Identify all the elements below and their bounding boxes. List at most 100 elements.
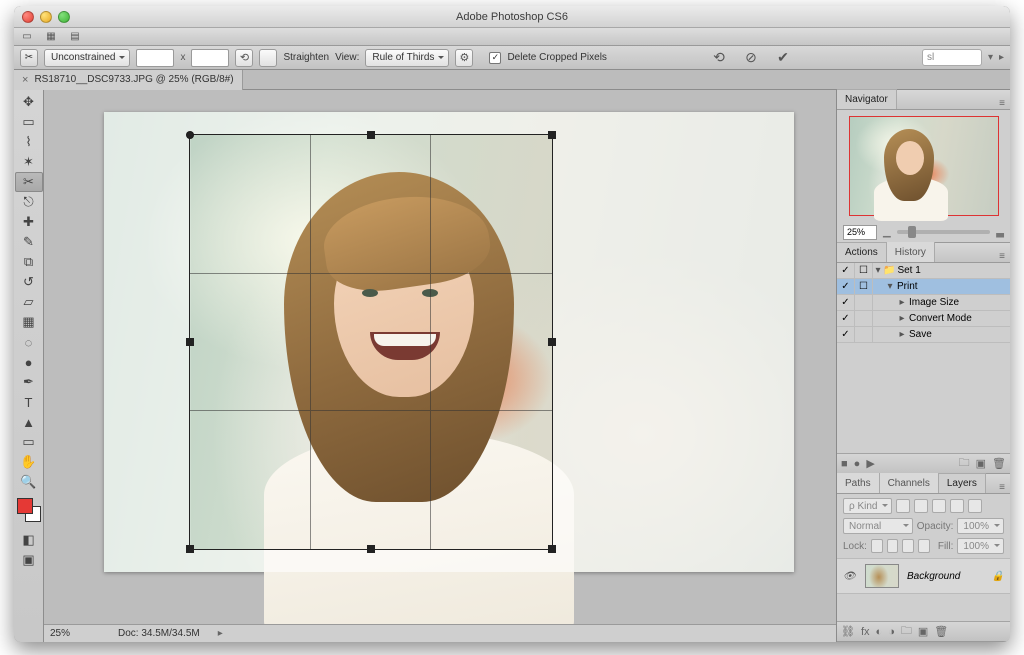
actions-panel-menu-icon[interactable]: ≡ (994, 251, 1010, 262)
lock-position-icon[interactable] (902, 539, 914, 553)
workspace-switcher-icon[interactable]: ▾ (988, 52, 993, 63)
layers-trash-icon[interactable]: 🗑 (934, 625, 948, 638)
actions-row[interactable]: ✓▸Save (837, 327, 1010, 343)
action-dialog-checkbox[interactable]: ☐ (855, 279, 873, 294)
disclosure-triangle-icon[interactable]: ▾ (885, 281, 895, 292)
screen-mode-tool[interactable]: ▣ (15, 550, 43, 570)
actions-row[interactable]: ✓☐▾📁Set 1 (837, 263, 1010, 279)
action-toggle-checkbox[interactable]: ✓ (837, 311, 855, 326)
action-toggle-checkbox[interactable]: ✓ (837, 263, 855, 278)
actions-record-icon[interactable]: ● (854, 458, 861, 470)
straighten-icon[interactable] (259, 49, 277, 67)
canvas-area[interactable] (44, 90, 836, 624)
crop-options-gear-icon[interactable]: ⚙ (455, 49, 473, 67)
type-tool[interactable]: T (15, 392, 43, 412)
marquee-tool[interactable]: ▭ (15, 112, 43, 132)
pen-tool[interactable]: ✒ (15, 372, 43, 392)
layer-kind-filter[interactable]: ρ Kind (843, 498, 892, 514)
tab-navigator[interactable]: Navigator (837, 89, 897, 109)
healing-brush-tool[interactable]: ✚ (15, 212, 43, 232)
hand-tool[interactable]: ✋ (15, 452, 43, 472)
actions-row[interactable]: ✓▸Image Size (837, 295, 1010, 311)
actions-new-action-icon[interactable]: ▣ (976, 457, 986, 470)
navigator-zoom-out-icon[interactable]: ▁ (883, 227, 891, 238)
eraser-tool[interactable]: ▱ (15, 292, 43, 312)
disclosure-triangle-icon[interactable]: ▾ (873, 265, 883, 276)
close-window-button[interactable] (22, 11, 34, 23)
crop-handle-ml[interactable] (186, 338, 194, 346)
crop-handle-mr[interactable] (548, 338, 556, 346)
status-zoom[interactable]: 25% (50, 628, 100, 639)
layer-row-background[interactable]: 👁 Background 🔒 (837, 558, 1010, 594)
minibridge-icon[interactable]: ▤ (68, 31, 82, 43)
layers-new-icon[interactable]: ▣ (918, 625, 928, 638)
document-canvas[interactable] (104, 112, 794, 572)
layers-adjustment-icon[interactable]: ◑ (888, 626, 895, 638)
quick-mask-tool[interactable]: ◧ (15, 530, 43, 550)
bridge-icon[interactable]: ▦ (44, 31, 58, 43)
actions-row[interactable]: ✓▸Convert Mode (837, 311, 1010, 327)
ps-logo-icon[interactable]: ▭ (20, 31, 34, 43)
actions-row[interactable]: ✓☐▾Print (837, 279, 1010, 295)
crop-handle-tc[interactable] (367, 131, 375, 139)
blur-tool[interactable]: ◌ (15, 332, 43, 352)
actions-trash-icon[interactable]: 🗑 (992, 457, 1006, 470)
minimize-window-button[interactable] (40, 11, 52, 23)
status-menu-icon[interactable]: ▸ (218, 628, 223, 639)
action-toggle-checkbox[interactable]: ✓ (837, 295, 855, 310)
lasso-tool[interactable]: ⌇ (15, 132, 43, 152)
navigator-zoom-in-icon[interactable]: ▃ (996, 227, 1004, 238)
filter-smart-icon[interactable] (968, 499, 982, 513)
path-select-tool[interactable]: ▲ (15, 412, 43, 432)
quick-select-tool[interactable]: ✶ (15, 152, 43, 172)
zoom-window-button[interactable] (58, 11, 70, 23)
crop-handle-bc[interactable] (367, 545, 375, 553)
clone-stamp-tool[interactable]: ⧉ (15, 252, 43, 272)
layers-mask-icon[interactable]: ◐ (876, 626, 883, 638)
action-dialog-checkbox[interactable] (855, 295, 873, 310)
actions-new-set-icon[interactable]: 🗀 (959, 454, 970, 473)
lock-transparency-icon[interactable] (871, 539, 883, 553)
crop-cancel-icon[interactable]: ⊘ (742, 49, 760, 67)
document-tab[interactable]: × RS18710__DSC9733.JPG @ 25% (RGB/8#) (14, 70, 243, 90)
crop-width-input[interactable] (136, 49, 174, 67)
dodge-tool[interactable]: ● (15, 352, 43, 372)
lock-all-icon[interactable] (918, 539, 930, 553)
history-brush-tool[interactable]: ↺ (15, 272, 43, 292)
navigator-zoom-value[interactable]: 25% (843, 225, 877, 240)
layers-link-icon[interactable]: ⛓ (841, 625, 855, 638)
crop-tool[interactable]: ✂ (15, 172, 43, 192)
color-swatches[interactable] (17, 498, 41, 522)
shape-tool[interactable]: ▭ (15, 432, 43, 452)
layers-fx-icon[interactable]: fx (861, 626, 870, 638)
crop-handle-bl[interactable] (186, 545, 194, 553)
gradient-tool[interactable]: ▦ (15, 312, 43, 332)
layers-group-icon[interactable]: 🗀 (901, 622, 912, 641)
lock-pixels-icon[interactable] (887, 539, 899, 553)
tab-history[interactable]: History (887, 242, 935, 262)
action-dialog-checkbox[interactable] (855, 327, 873, 342)
zoom-tool[interactable]: 🔍 (15, 472, 43, 492)
foreground-swatch[interactable] (17, 498, 33, 514)
actions-stop-icon[interactable]: ■ (841, 458, 848, 470)
crop-commit-icon[interactable]: ✔ (774, 49, 792, 67)
filter-pixel-icon[interactable] (896, 499, 910, 513)
crop-swap-icon[interactable]: ⟲ (235, 49, 253, 67)
layer-lock-icon[interactable]: 🔒 (992, 571, 1004, 582)
crop-height-input[interactable] (191, 49, 229, 67)
action-toggle-checkbox[interactable]: ✓ (837, 327, 855, 342)
crop-handle-br[interactable] (548, 545, 556, 553)
tab-channels[interactable]: Channels (880, 473, 939, 493)
action-dialog-checkbox[interactable] (855, 311, 873, 326)
filter-shape-icon[interactable] (950, 499, 964, 513)
blend-mode-select[interactable]: Normal (843, 518, 913, 534)
actions-play-icon[interactable]: ▶ (866, 457, 874, 470)
fill-value[interactable]: 100% (957, 538, 1004, 554)
disclosure-triangle-icon[interactable]: ▸ (897, 329, 907, 340)
crop-tool-icon[interactable]: ✂ (20, 49, 38, 67)
crop-handle-tr[interactable] (548, 131, 556, 139)
crop-box[interactable] (190, 135, 552, 549)
status-doc-size[interactable]: Doc: 34.5M/34.5M (118, 628, 200, 639)
action-toggle-checkbox[interactable]: ✓ (837, 279, 855, 294)
eyedropper-tool[interactable]: ⎋ (15, 192, 43, 212)
